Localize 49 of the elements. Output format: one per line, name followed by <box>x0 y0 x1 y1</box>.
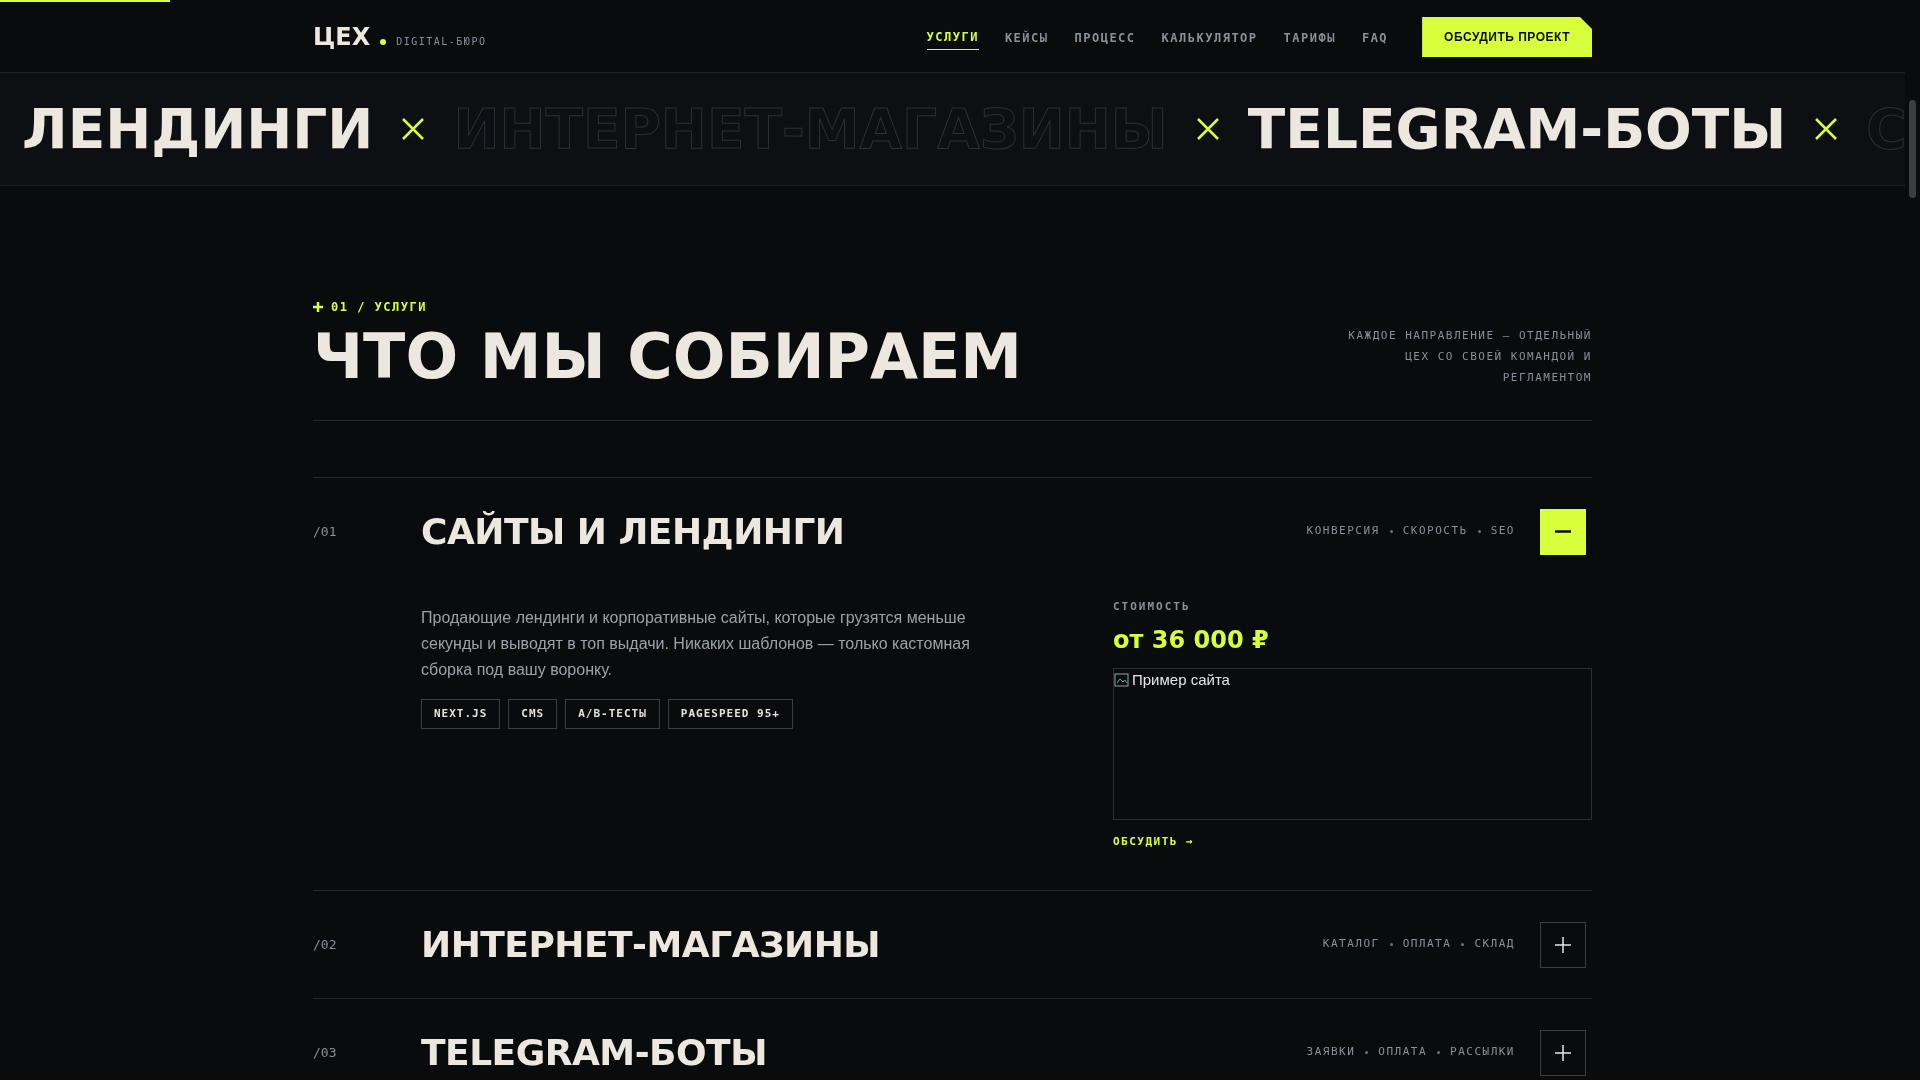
feature-label: КАТАЛОГ <box>1322 936 1380 953</box>
service-title[interactable]: САЙТЫ И ЛЕНДИНГИ <box>421 504 1307 559</box>
expand-button[interactable] <box>1540 921 1586 968</box>
plus-icon <box>1554 935 1572 954</box>
service-number: /01 <box>313 522 338 541</box>
feature-label: РАССЫЛКИ <box>1450 1044 1515 1061</box>
nav-link[interactable]: КАЛЬКУЛЯТОР <box>1161 24 1258 50</box>
price: от 36 000 ₽ <box>1113 624 1270 656</box>
nav-link[interactable]: ТАРИФЫ <box>1283 24 1336 50</box>
cta-button[interactable]: ОБСУДИТЬ ПРОЕКТ <box>1422 17 1592 57</box>
cross-icon <box>401 117 426 141</box>
section-eyebrow: 01 / УСЛУГИ <box>331 299 427 316</box>
image-alt-text: Пример сайта <box>1132 669 1230 690</box>
collapse-button[interactable] <box>1540 508 1586 555</box>
nav-link[interactable]: ПРОЦЕСС <box>1074 24 1136 50</box>
marquee-text: ЛЕНДИНГИ <box>22 95 374 163</box>
cross-icon <box>1195 117 1220 141</box>
feature-label: СКОРОСТЬ <box>1402 523 1468 540</box>
cross-icon <box>1814 117 1839 141</box>
feature-label: SEO <box>1490 523 1515 540</box>
tech-tag: NEXT.JS <box>421 699 501 729</box>
nav-link[interactable]: FAQ <box>1361 24 1389 50</box>
discuss-link[interactable]: ОБСУДИТЬ → <box>1113 833 1592 850</box>
broken-image-icon <box>1114 671 1130 688</box>
nav-link[interactable]: КЕЙСЫ <box>1004 24 1049 50</box>
tech-tag: A/B-ТЕСТЫ <box>565 699 660 729</box>
section-title: ЧТО МЫ СОБИРАЕМ <box>313 322 1023 392</box>
plus-icon <box>313 302 323 312</box>
minus-icon <box>1555 530 1571 533</box>
service-description: Продающие лендинги и корпоративные сайты, которые грузятся меньше секунды и выводят в топ выдачи. Никаких шаблонов — только кастомная сборка под вашу воронку. <box>421 608 971 680</box>
logo-tagline: DIGITAL-БЮРО <box>396 34 487 49</box>
plus-icon <box>1554 1043 1572 1062</box>
expand-button[interactable] <box>1540 1029 1586 1076</box>
service-title[interactable]: TELEGRAM-БОТЫ <box>421 1025 1307 1080</box>
logo[interactable]: ЦЕХ <box>313 19 371 55</box>
feature-label: КОНВЕРСИЯ <box>1306 523 1380 540</box>
price-label: СТОИМОСТЬ <box>1113 599 1192 615</box>
marquee-text: TELEGRAM-БОТЫ <box>1247 95 1787 163</box>
feature-label: ЗАЯВКИ <box>1306 1044 1356 1061</box>
feature-label: СКЛАД <box>1474 936 1515 953</box>
service-number: /02 <box>313 935 338 954</box>
feature-label: ОПЛАТА <box>1378 1044 1427 1061</box>
service-number: /03 <box>313 1043 338 1062</box>
tech-tag: CMS <box>508 699 558 729</box>
service-title[interactable]: ИНТЕРНЕТ-МАГАЗИНЫ <box>421 917 1323 972</box>
feature-label: ОПЛАТА <box>1402 936 1452 953</box>
nav-link[interactable]: УСЛУГИ <box>926 24 979 50</box>
section-note: КАЖДОЕ НАПРАВЛЕНИЕ — ОТДЕЛЬНЫЙ ЦЕХ СО СВОЕЙ КОМАНДОЙ И РЕГЛАМЕНТОМ <box>1347 328 1592 386</box>
tech-tag: PAGESPEED 95+ <box>667 699 793 729</box>
